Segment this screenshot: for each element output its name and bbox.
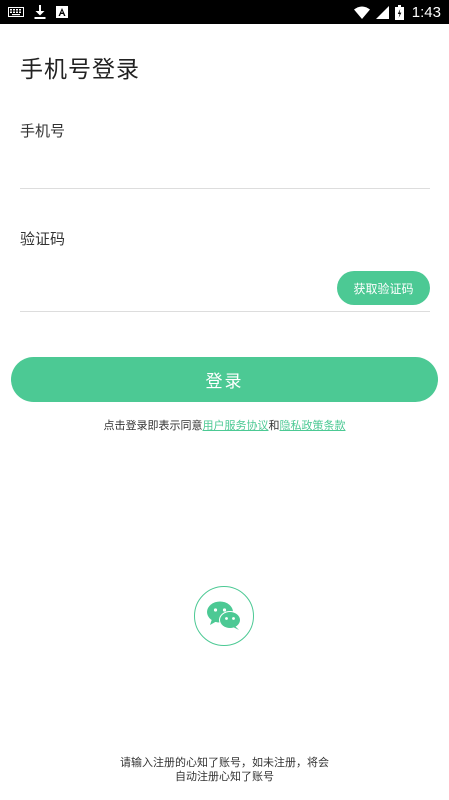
footer-line-1: 请输入注册的心知了账号，如未注册，将会 — [120, 756, 329, 769]
phone-input[interactable] — [20, 152, 320, 182]
user-agreement-link[interactable]: 用户服务协议 — [203, 419, 269, 432]
footer-line-2: 自动注册心知了账号 — [175, 770, 274, 783]
code-label: 验证码 — [20, 230, 66, 248]
agreement-prefix: 点击登录即表示同意 — [103, 419, 203, 432]
agreement-and: 和 — [268, 419, 280, 432]
wifi-icon — [353, 6, 370, 19]
code-divider — [20, 311, 430, 312]
get-code-button[interactable]: 获取验证码 — [337, 271, 430, 305]
privacy-policy-link[interactable]: 隐私政策条款 — [280, 419, 346, 432]
footer-note: 请输入注册的心知了账号，如未注册，将会 自动注册心知了账号 — [0, 756, 449, 784]
wechat-login-button[interactable] — [194, 586, 254, 646]
login-button[interactable]: 登录 — [11, 357, 438, 402]
signal-icon — [375, 5, 389, 19]
font-icon — [56, 6, 68, 18]
phone-divider — [20, 188, 430, 189]
battery-icon — [394, 4, 404, 20]
wechat-icon — [206, 601, 242, 631]
status-right-icons: 1:43 — [353, 0, 441, 24]
page-title: 手机号登录 — [20, 57, 140, 83]
download-icon — [34, 5, 46, 19]
keyboard-icon — [8, 6, 24, 18]
status-left-icons — [8, 0, 68, 24]
phone-label: 手机号 — [20, 122, 66, 140]
status-bar: 1:43 — [0, 0, 449, 24]
status-time: 1:43 — [411, 3, 441, 21]
code-input[interactable] — [20, 274, 320, 304]
agreement-text: 点击登录即表示同意用户服务协议和隐私政策条款 — [0, 417, 449, 433]
